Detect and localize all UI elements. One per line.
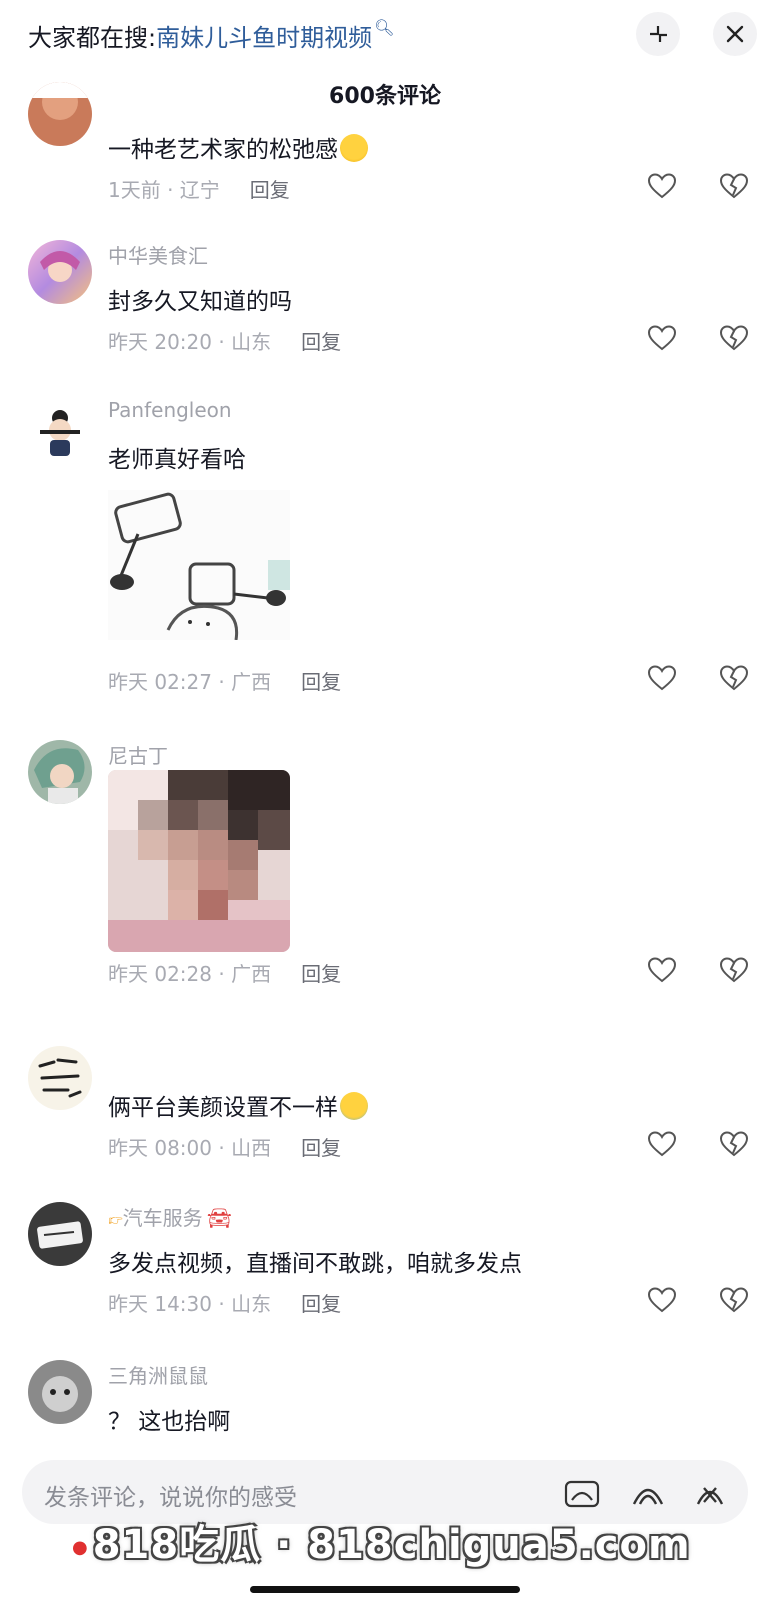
pointing-hand-icon: 👉︎ bbox=[108, 1206, 123, 1230]
comment-meta: 昨天 20:20 · 山东 回复 bbox=[108, 330, 342, 354]
sticker-image[interactable] bbox=[108, 490, 290, 640]
username[interactable]: Panfengleon bbox=[108, 398, 232, 422]
like-icon[interactable] bbox=[646, 1128, 678, 1160]
comment-text: 封多久又知道的吗 bbox=[108, 289, 292, 315]
comment-list[interactable]: 一种老艺术家的松弛感 1天前 · 辽宁 回复 中华美食汇 封多久又知道的吗 昨天 … bbox=[0, 0, 770, 1440]
username[interactable]: 👉︎汽车服务 🚘︎ bbox=[108, 1202, 232, 1231]
home-indicator bbox=[250, 1586, 520, 1593]
comment-text: 一种老艺术家的松弛感 bbox=[108, 130, 368, 164]
dislike-icon[interactable] bbox=[718, 1128, 750, 1160]
username[interactable]: 尼古丁 bbox=[108, 740, 168, 769]
avatar[interactable] bbox=[28, 240, 92, 304]
comment-input-placeholder: 发条评论，说说你的感受 bbox=[44, 1485, 297, 1511]
comment-text: 多发点视频，直播间不敢跳，咱就多发点 bbox=[108, 1251, 522, 1277]
avatar[interactable] bbox=[28, 1360, 92, 1424]
comment-count: 600条评论 bbox=[329, 84, 441, 109]
reply-button[interactable]: 回复 bbox=[301, 1136, 341, 1160]
gif-icon[interactable] bbox=[562, 1474, 602, 1514]
avatar[interactable] bbox=[28, 1202, 92, 1266]
laugh-cry-emoji-icon bbox=[340, 1092, 368, 1120]
avatar[interactable] bbox=[28, 740, 92, 804]
comment-meta: 昨天 14:30 · 山东 回复 bbox=[108, 1292, 342, 1316]
comment-meta: 1天前 · 辽宁 回复 bbox=[108, 178, 290, 202]
comment-meta: 昨天 08:00 · 山西 回复 bbox=[108, 1136, 342, 1160]
dislike-icon[interactable] bbox=[718, 322, 750, 354]
like-icon[interactable] bbox=[646, 662, 678, 694]
comment-meta: 昨天 02:27 · 广西 回复 bbox=[108, 670, 342, 694]
like-icon[interactable] bbox=[646, 954, 678, 986]
dislike-icon[interactable] bbox=[718, 954, 750, 986]
car-icon: 🚘︎ bbox=[206, 1206, 233, 1230]
dislike-icon[interactable] bbox=[718, 1284, 750, 1316]
reply-button[interactable]: 回复 bbox=[301, 670, 341, 694]
dislike-icon[interactable] bbox=[718, 662, 750, 694]
reply-button[interactable]: 回复 bbox=[301, 330, 341, 354]
like-icon[interactable] bbox=[646, 322, 678, 354]
like-icon[interactable] bbox=[646, 1284, 678, 1316]
at-icon[interactable] bbox=[628, 1474, 668, 1514]
comment-meta: 昨天 02:28 · 广西 回复 bbox=[108, 962, 342, 986]
username[interactable]: 三角洲鼠鼠 bbox=[108, 1360, 208, 1389]
comment-text: ？ 这也抬啊 bbox=[108, 1409, 231, 1435]
avatar[interactable] bbox=[28, 398, 92, 462]
dislike-icon[interactable] bbox=[718, 170, 750, 202]
pixelated-image[interactable] bbox=[108, 770, 290, 952]
reply-button[interactable]: 回复 bbox=[301, 962, 341, 986]
emoji-icon[interactable] bbox=[690, 1474, 730, 1514]
reply-button[interactable]: 回复 bbox=[250, 178, 290, 202]
comment-text: 老师真好看哈 bbox=[108, 447, 246, 473]
avatar[interactable] bbox=[28, 1046, 92, 1110]
username[interactable]: 中华美食汇 bbox=[108, 240, 208, 269]
like-icon[interactable] bbox=[646, 170, 678, 202]
comment-text: 俩平台美颜设置不一样 bbox=[108, 1088, 368, 1122]
reply-button[interactable]: 回复 bbox=[301, 1292, 341, 1316]
wink-emoji-icon bbox=[340, 134, 368, 162]
watermark: ● 818吃瓜 · 818chigua5.com bbox=[72, 1522, 691, 1568]
